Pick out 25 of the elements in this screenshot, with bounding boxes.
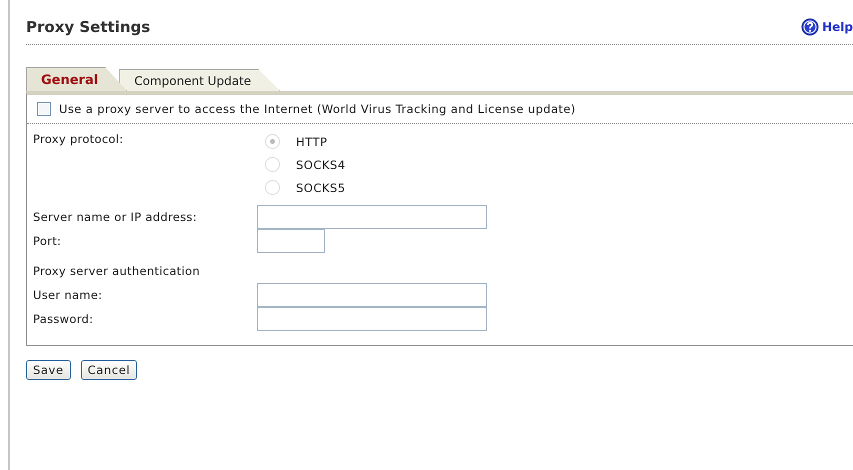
radio-button[interactable]	[265, 157, 280, 172]
page-title: Proxy Settings	[26, 18, 150, 36]
checkbox[interactable]	[37, 102, 51, 116]
field-label: Port:	[33, 234, 62, 248]
cancel-button[interactable]: Cancel	[80, 360, 138, 380]
field-label: Proxy protocol:	[33, 132, 124, 146]
radio-button[interactable]	[265, 134, 280, 149]
radio-option[interactable]: SOCKS5	[265, 180, 346, 195]
username-field[interactable]	[257, 283, 487, 307]
field-label: Password:	[33, 312, 94, 326]
tab[interactable]: General	[26, 67, 128, 91]
help-icon	[801, 18, 820, 36]
save-button[interactable]: Save	[26, 360, 71, 380]
field-label: Server name or IP address:	[33, 210, 198, 224]
server-field[interactable]	[257, 205, 487, 229]
radio-option[interactable]: SOCKS4	[265, 157, 346, 172]
help-link[interactable]: Help	[801, 18, 853, 36]
section-heading: Proxy server authentication	[33, 264, 201, 278]
password-field[interactable]	[257, 307, 487, 331]
port-field[interactable]	[257, 229, 325, 253]
radio-option[interactable]: HTTP	[265, 134, 346, 149]
radio-button[interactable]	[265, 180, 280, 195]
field-label: User name:	[33, 288, 104, 302]
tab[interactable]: Component Update	[119, 69, 280, 91]
checkbox-label: Use a proxy server to access the Internet (World Virus Tracking and License update)	[59, 102, 576, 116]
